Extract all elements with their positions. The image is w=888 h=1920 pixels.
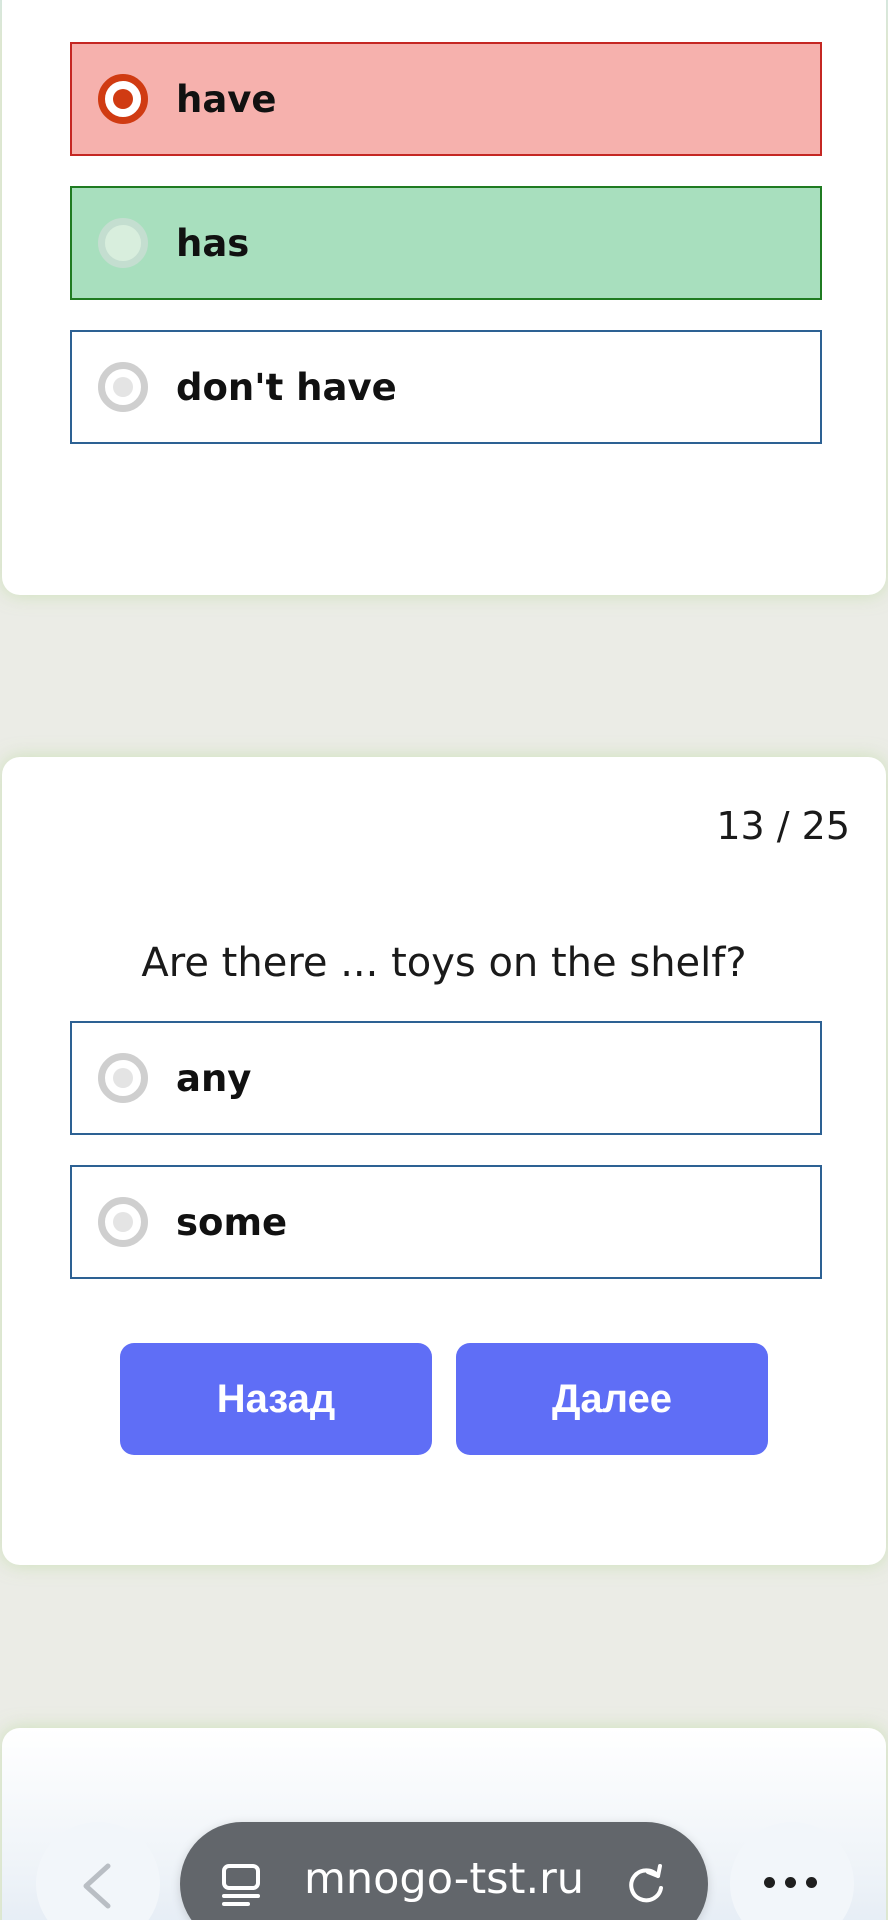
option-some[interactable]: some — [70, 1165, 822, 1279]
option-dont-have[interactable]: don't have — [70, 330, 822, 444]
option-label: don't have — [176, 365, 397, 409]
more-icon — [764, 1877, 817, 1888]
option-label: have — [176, 77, 277, 121]
option-label: has — [176, 221, 250, 265]
option-label: some — [176, 1200, 288, 1244]
radio-icon[interactable] — [98, 362, 148, 412]
next-button[interactable]: Далее — [456, 1343, 768, 1455]
option-any[interactable]: any — [70, 1021, 822, 1135]
address-bar[interactable]: mnogo-tst.ru — [180, 1822, 708, 1920]
question-counter: 13 / 25 — [716, 804, 850, 848]
back-button[interactable]: Назад — [120, 1343, 432, 1455]
radio-selected-icon[interactable] — [98, 74, 148, 124]
radio-icon[interactable] — [98, 1197, 148, 1247]
radio-icon[interactable] — [98, 1053, 148, 1103]
question-text: Are there ... toys on the shelf? — [141, 940, 747, 986]
radio-icon[interactable] — [98, 218, 148, 268]
current-question-card: 13 / 25 Are there ... toys on the shelf?… — [2, 757, 886, 1565]
option-label: any — [176, 1056, 252, 1100]
chevron-left-icon — [83, 1863, 111, 1909]
option-have[interactable]: have — [70, 42, 822, 156]
reload-icon[interactable] — [624, 1862, 668, 1906]
option-has[interactable]: has — [70, 186, 822, 300]
previous-question-card: have has don't have — [2, 0, 886, 595]
